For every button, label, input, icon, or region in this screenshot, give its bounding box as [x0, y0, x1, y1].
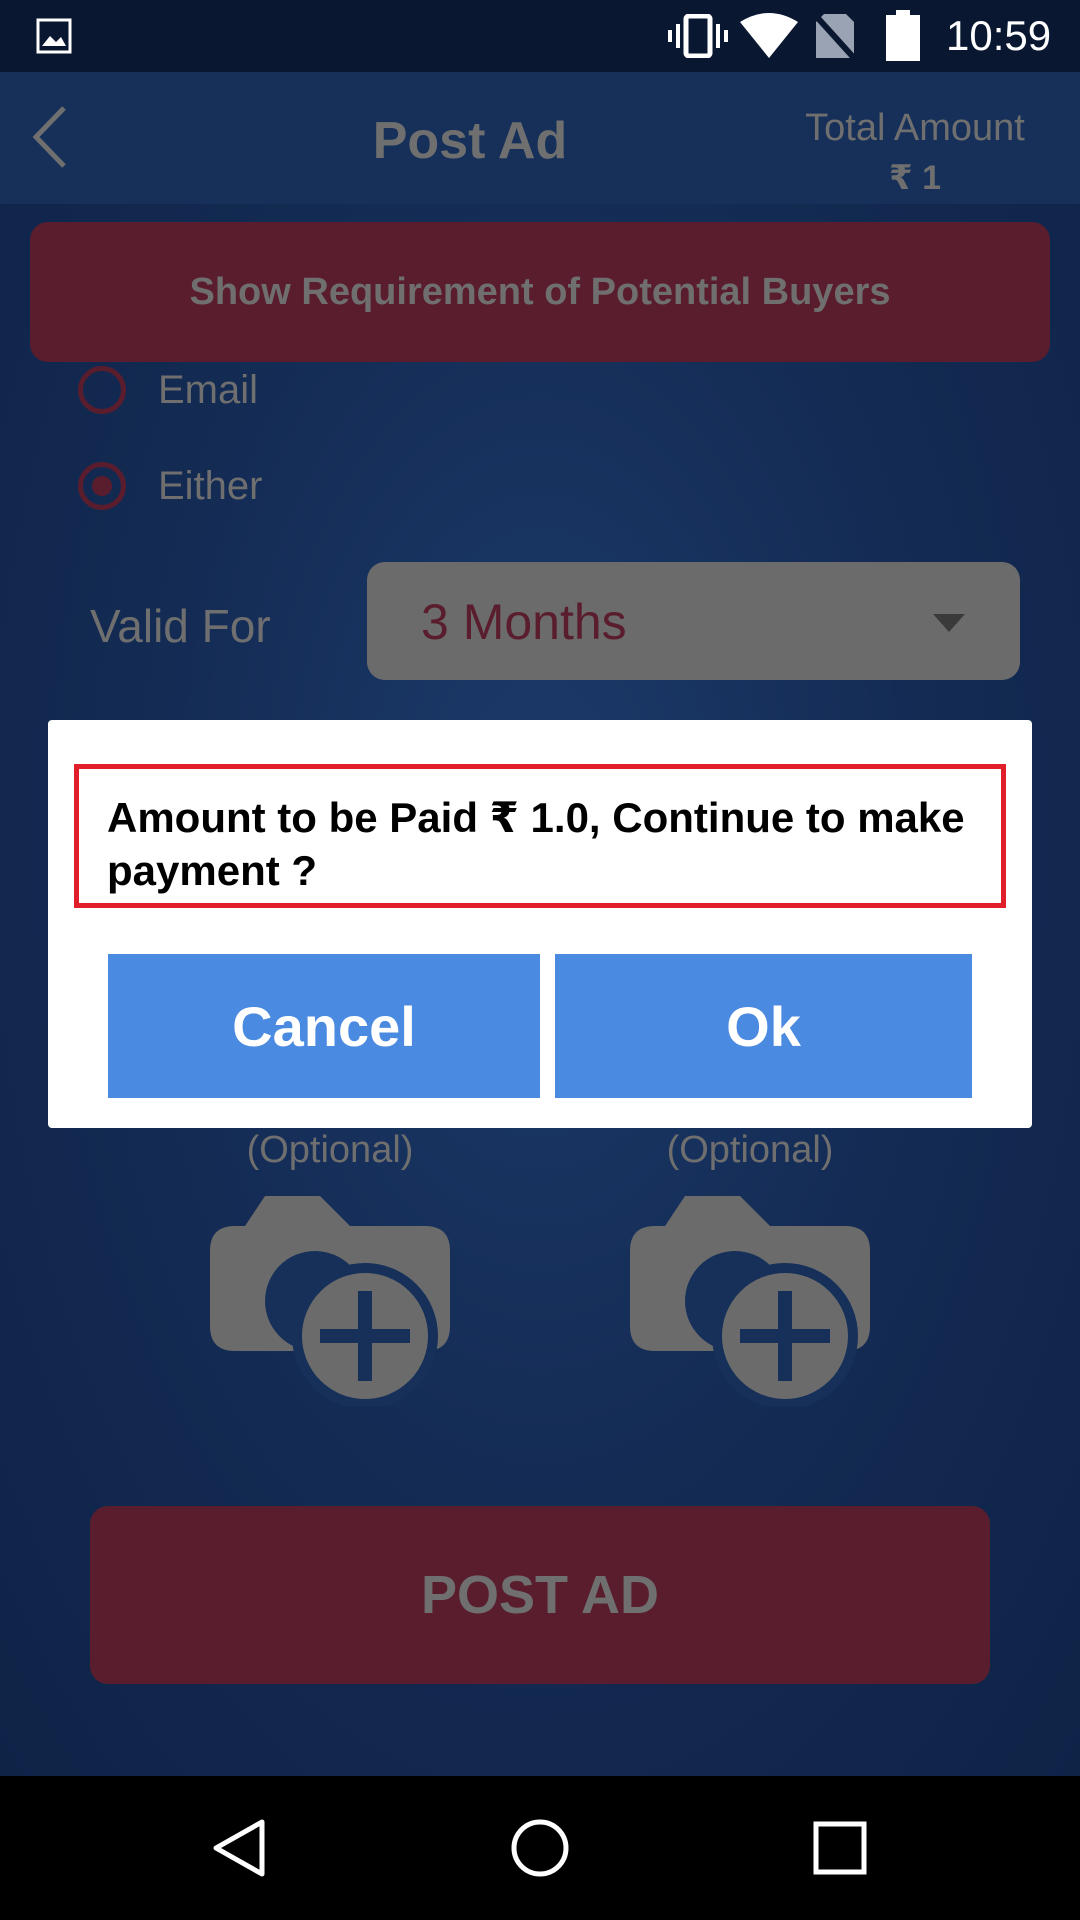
back-arrow-icon[interactable] [28, 102, 72, 172]
add-photo-camera-icon[interactable] [625, 1186, 875, 1406]
navigation-bar [0, 1776, 1080, 1920]
total-amount-value: ₹ 1 [888, 159, 941, 197]
photo-2-optional-label: (Optional) [666, 1129, 834, 1171]
radio-email[interactable]: Email [78, 360, 258, 420]
battery-icon [886, 10, 920, 61]
nav-back-icon[interactable] [210, 1818, 270, 1878]
gallery-icon [36, 18, 72, 54]
total-amount-label: Total Amount [805, 107, 1025, 149]
screen: 10:59 Post Ad Total Amount ₹ 1 Show Requ… [0, 0, 1080, 1920]
dropdown-caret-icon [933, 614, 965, 632]
no-sim-icon [814, 13, 856, 60]
page-title: Post Ad [372, 112, 568, 170]
add-photo-camera-icon[interactable] [205, 1186, 455, 1406]
wifi-icon [740, 13, 798, 58]
status-bar: 10:59 [0, 0, 1080, 72]
vibrate-icon [668, 14, 728, 58]
status-time: 10:59 [946, 12, 1052, 59]
photo-1-optional-label: (Optional) [246, 1129, 414, 1171]
post-ad-button[interactable]: POST AD [90, 1506, 990, 1684]
dialog-message: Amount to be Paid ₹ 1.0, Continue to mak… [107, 794, 965, 894]
valid-for-value: 3 Months [421, 594, 627, 650]
valid-for-dropdown[interactable]: 3 Months [367, 562, 1020, 680]
dialog-message-box: Amount to be Paid ₹ 1.0, Continue to mak… [74, 764, 1006, 908]
ok-button[interactable]: Ok [555, 954, 972, 1098]
valid-for-label: Valid For [90, 600, 271, 652]
radio-label: Either [158, 463, 263, 508]
payment-dialog: Amount to be Paid ₹ 1.0, Continue to mak… [48, 720, 1032, 1128]
radio-either[interactable]: Either [78, 456, 263, 516]
radio-unchecked-icon [78, 366, 126, 414]
show-requirement-button[interactable]: Show Requirement of Potential Buyers [30, 222, 1050, 362]
nav-recents-icon[interactable] [810, 1818, 870, 1878]
app-bar: Post Ad Total Amount ₹ 1 [0, 72, 1080, 204]
radio-checked-icon [78, 462, 126, 510]
radio-label: Email [158, 367, 259, 412]
nav-home-icon[interactable] [510, 1818, 570, 1878]
cancel-button[interactable]: Cancel [108, 954, 540, 1098]
